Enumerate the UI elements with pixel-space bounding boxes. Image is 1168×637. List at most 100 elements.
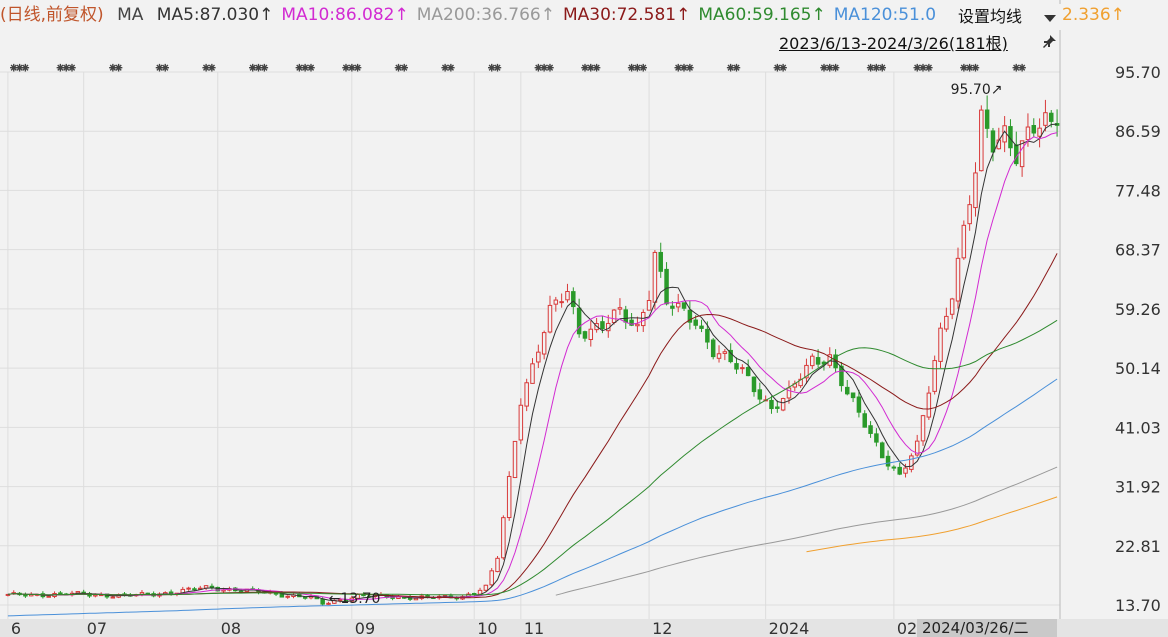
event-marker[interactable]: ⁕ [305, 61, 317, 77]
event-marker[interactable]: ⁕ [637, 61, 649, 77]
event-marker[interactable]: ⁕ [544, 61, 556, 77]
candle[interactable] [850, 392, 856, 403]
event-marker[interactable]: ⁕ [20, 61, 32, 77]
event-marker[interactable]: ⁕ [159, 61, 171, 77]
candle[interactable] [501, 515, 506, 560]
candle[interactable] [757, 382, 763, 405]
event-marker[interactable]: ⁕ [923, 61, 935, 77]
event-marker[interactable]: ⁕ [876, 61, 888, 77]
event-markers[interactable]: ⁕⁕⁕ ⁕⁕⁕ ⁕⁕ ⁕⁕ ⁕⁕ ⁕⁕⁕ ⁕⁕⁕ ⁕⁕⁕ ⁕⁕ ⁕⁕ ⁕⁕ ⁕⁕⁕ ⁕⁕⁕ ⁕⁕⁕ ⁕⁕⁕ ⁕… [8, 61, 1028, 77]
candle[interactable] [944, 307, 949, 332]
candle[interactable] [932, 355, 937, 395]
candle[interactable] [1043, 99, 1048, 132]
candle[interactable] [949, 297, 955, 320]
candle[interactable] [576, 298, 582, 338]
candle[interactable] [780, 397, 786, 412]
candle[interactable] [710, 338, 716, 360]
candle[interactable] [675, 293, 681, 313]
set-ma-button[interactable]: 设置均线 [952, 4, 1062, 30]
event-marker[interactable]: ⁕ [259, 61, 271, 77]
candle[interactable] [565, 283, 570, 303]
candle[interactable] [541, 330, 547, 360]
candle[interactable] [215, 586, 220, 592]
candle[interactable] [897, 462, 902, 476]
event-marker[interactable]: ⁕ [445, 61, 457, 77]
candle[interactable] [722, 349, 728, 361]
candle[interactable] [291, 593, 296, 599]
candle[interactable] [87, 591, 92, 598]
candle[interactable] [635, 316, 640, 332]
event-marker[interactable]: ⁕ [777, 61, 789, 77]
candle[interactable] [553, 296, 559, 312]
candle[interactable] [536, 344, 541, 369]
candle[interactable] [874, 428, 879, 447]
pin-icon[interactable] [1040, 33, 1058, 51]
candle[interactable] [868, 421, 873, 438]
candle[interactable] [646, 290, 652, 311]
candle[interactable] [489, 568, 494, 587]
candle[interactable] [920, 414, 926, 446]
candle[interactable] [810, 353, 815, 370]
event-marker[interactable]: ⁕ [830, 61, 842, 77]
candle[interactable] [203, 585, 209, 591]
stock-chart[interactable]: ⁕ ⁕ ⁕ ⁕ ⁕ ⁕ ⁕ ⁕ ⁕ ⁕ ⁕ ⁕ ⁕ ⁕ ⁕ ⁕ ⁕ ⁕ ⁕ ⁕ ⁕ ⁕ ⁕ ⁕ ⁕ ⁕ ⁕ ⁕ ⁕ ⁕ ⁕ ⁕ ⁕ ⁕ ⁕ ⁕ ⁕ ⁕ ⁕ ⁕… [0, 0, 1168, 637]
candle[interactable] [973, 162, 978, 217]
event-marker[interactable]: ⁕ [206, 61, 218, 77]
candle[interactable] [955, 247, 961, 309]
candle[interactable] [582, 330, 588, 342]
candle[interactable] [845, 380, 850, 396]
event-marker[interactable]: ⁕ [684, 61, 696, 77]
candle[interactable] [530, 358, 535, 384]
candle[interactable] [658, 242, 663, 278]
candle[interactable] [926, 386, 932, 420]
candle[interactable] [110, 594, 116, 599]
candle[interactable] [891, 465, 897, 471]
candle[interactable] [734, 357, 739, 374]
candle[interactable] [769, 395, 774, 414]
candle[interactable] [23, 592, 28, 598]
event-marker[interactable]: ⁕ [591, 61, 603, 77]
candle[interactable] [967, 195, 972, 231]
candle[interactable] [885, 450, 891, 471]
candle[interactable] [518, 398, 524, 445]
event-marker[interactable]: ⁕ [731, 61, 743, 77]
candle[interactable] [209, 583, 215, 590]
candle[interactable] [699, 319, 704, 333]
candle[interactable] [938, 322, 943, 369]
candle[interactable] [681, 302, 687, 311]
event-marker[interactable]: ⁕ [970, 61, 982, 77]
candle[interactable] [559, 293, 564, 308]
candle[interactable] [792, 380, 798, 392]
event-marker[interactable]: ⁕ [66, 61, 78, 77]
event-marker[interactable]: ⁕ [1016, 61, 1028, 77]
candle[interactable] [1031, 118, 1037, 138]
event-marker[interactable]: ⁕ [492, 61, 504, 77]
candle[interactable] [524, 378, 529, 412]
candle[interactable] [879, 441, 885, 459]
candlestick-chart[interactable]: ⁕⁕⁕ ⁕⁕⁕ ⁕⁕ ⁕⁕ ⁕⁕ ⁕⁕⁕ ⁕⁕⁕ ⁕⁕⁕ ⁕⁕ ⁕⁕ ⁕⁕ ⁕⁕⁕ ⁕⁕⁕ ⁕⁕⁕ ⁕⁕⁕ ⁕… [0, 0, 1168, 637]
event-marker[interactable]: ⁕ [113, 61, 125, 77]
candle[interactable] [617, 298, 623, 315]
candle[interactable] [687, 301, 693, 330]
candle[interactable] [664, 262, 669, 306]
candle[interactable] [716, 345, 722, 363]
candles[interactable] [5, 95, 1060, 606]
candle[interactable] [751, 376, 757, 397]
candle[interactable] [745, 359, 751, 377]
candle[interactable] [186, 586, 191, 591]
candle[interactable] [979, 105, 984, 172]
candle[interactable] [862, 410, 867, 428]
candle[interactable] [495, 555, 500, 573]
event-marker[interactable]: ⁕ [398, 61, 410, 77]
candle[interactable] [547, 295, 553, 334]
date-range-label[interactable]: 2023/6/13-2024/3/26(181根) [779, 33, 1008, 55]
candle[interactable] [588, 320, 594, 347]
candle[interactable] [512, 440, 518, 479]
candle[interactable] [285, 595, 290, 599]
event-marker[interactable]: ⁕ [352, 61, 364, 77]
candle[interactable] [506, 471, 512, 521]
candle[interactable] [740, 364, 745, 374]
candle[interactable] [1014, 131, 1019, 167]
candle[interactable] [1037, 118, 1042, 148]
candle[interactable] [961, 220, 967, 260]
